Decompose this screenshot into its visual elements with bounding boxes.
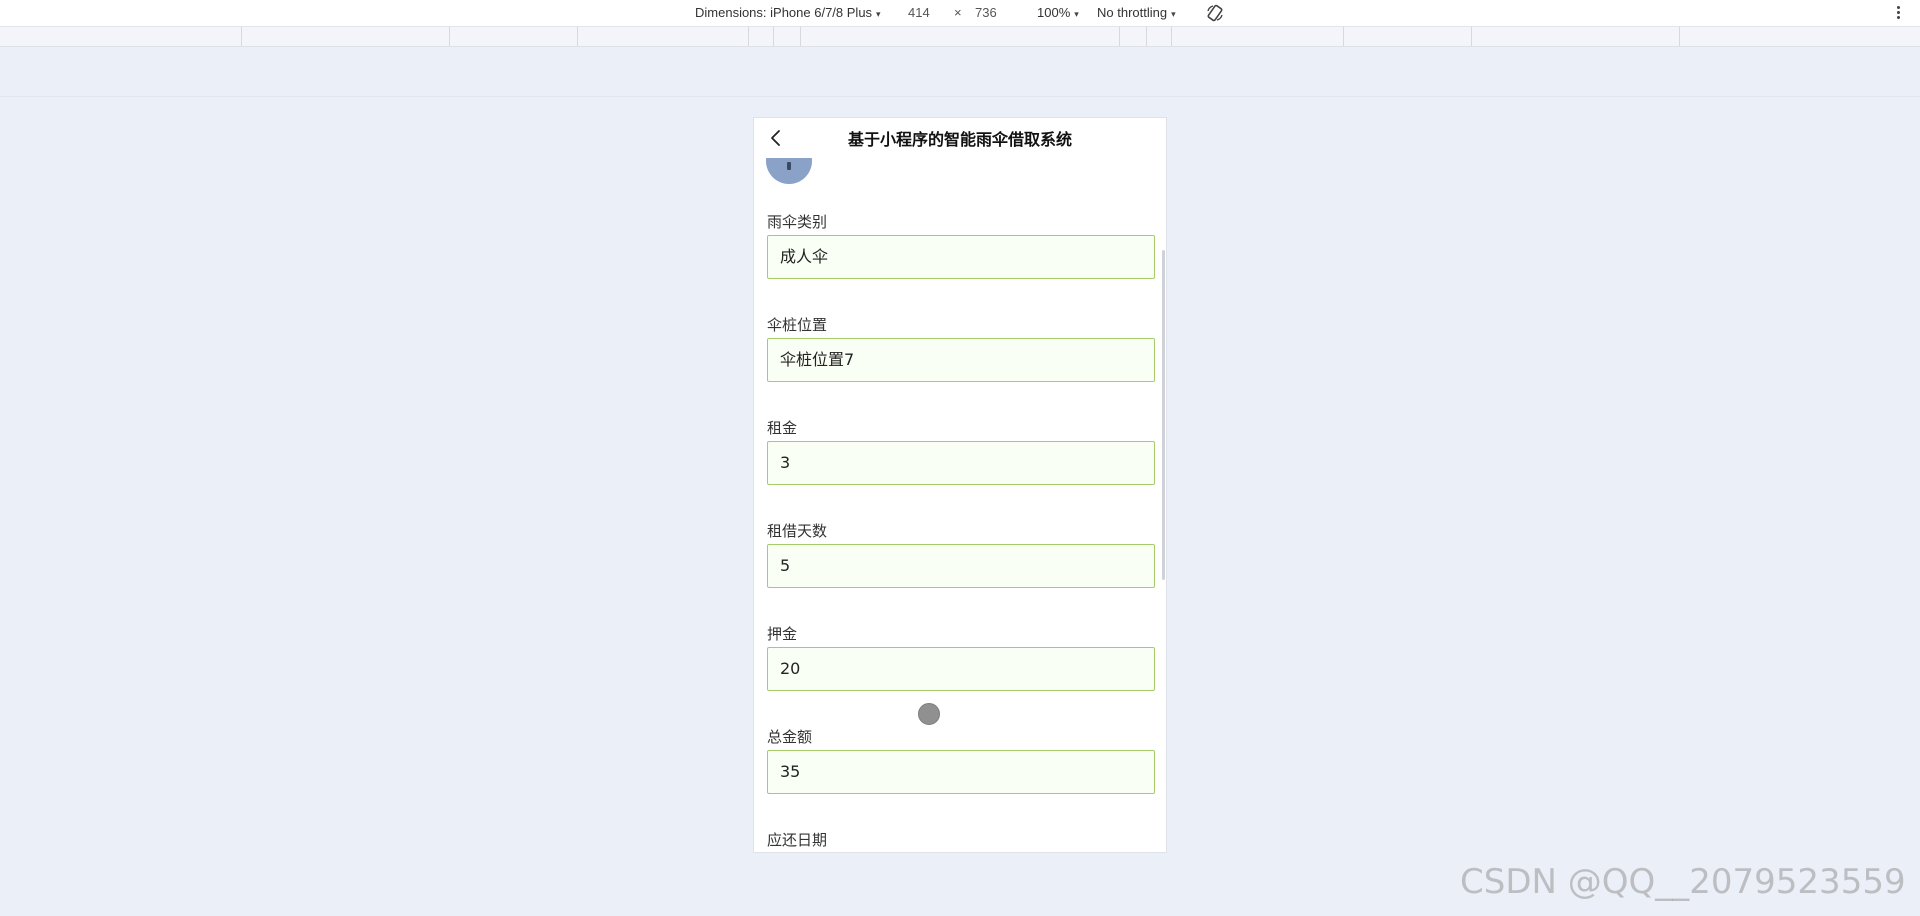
ruler-tick (1471, 27, 1472, 46)
device-width-input[interactable]: 414 (908, 5, 930, 20)
devtools-device-toolbar: Dimensions: iPhone 6/7/8 Plus ▾ 414 × 736… (0, 0, 1920, 27)
avatar-mark (787, 162, 791, 170)
ruler-tick (577, 27, 578, 46)
form-field-total-amount: 总金额 35 (767, 727, 1155, 794)
field-label: 总金额 (767, 728, 813, 746)
rent-input[interactable]: 3 (767, 441, 1155, 485)
zoom-select[interactable]: 100% ▾ (1037, 5, 1079, 20)
divider (0, 96, 1920, 97)
ruler-tick (1679, 27, 1680, 46)
watermark: CSDN @QQ__2079523559 (1460, 862, 1906, 902)
umbrella-type-input[interactable]: 成人伞 (767, 235, 1155, 279)
device-height-input[interactable]: 736 (975, 5, 997, 20)
form-field-rental-days: 租借天数 5 (767, 521, 1155, 588)
form-field-station-location: 伞桩位置 伞桩位置7 (767, 315, 1155, 382)
rental-days-input[interactable]: 5 (767, 544, 1155, 588)
ruler-tick (773, 27, 774, 46)
ruler-tick (1171, 27, 1172, 46)
field-label: 押金 (767, 625, 798, 643)
more-options-icon[interactable] (1894, 4, 1902, 22)
device-dimensions-select[interactable]: Dimensions: iPhone 6/7/8 Plus ▾ (695, 5, 881, 20)
form-field-deposit: 押金 20 (767, 624, 1155, 691)
deposit-input[interactable]: 20 (767, 647, 1155, 691)
page-title: 基于小程序的智能雨伞借取系统 (847, 130, 1072, 149)
form-field-umbrella-type: 雨伞类别 成人伞 (767, 212, 1155, 279)
navigation-bar: 基于小程序的智能雨伞借取系统 (754, 118, 1166, 158)
field-label: 租借天数 (767, 522, 828, 540)
touch-cursor-icon (918, 703, 940, 725)
station-location-input[interactable]: 伞桩位置7 (767, 338, 1155, 382)
back-arrow-icon[interactable] (766, 128, 786, 148)
dimension-separator: × (954, 5, 962, 20)
chevron-down-icon: ▾ (1074, 9, 1079, 19)
ruler-tick (1146, 27, 1147, 46)
ruler-tick (449, 27, 450, 46)
scrollbar[interactable] (1162, 250, 1165, 580)
chevron-down-icon: ▾ (1171, 9, 1176, 19)
chevron-down-icon: ▾ (876, 9, 881, 19)
field-label: 伞桩位置 (767, 316, 828, 334)
field-label: 应还日期 (767, 831, 828, 849)
device-viewport: 基于小程序的智能雨伞借取系统 雨伞类别 成人伞 伞桩位置 伞桩位置7 租金 3 … (753, 117, 1167, 853)
ruler-tick (1119, 27, 1120, 46)
zoom-label: 100% (1037, 5, 1071, 20)
media-query-ruler[interactable] (0, 27, 1920, 47)
ruler-tick (1343, 27, 1344, 46)
ruler-tick (241, 27, 242, 46)
device-dimensions-label: Dimensions: iPhone 6/7/8 Plus (695, 5, 873, 20)
field-label: 租金 (767, 419, 798, 437)
ruler-tick (800, 27, 801, 46)
field-label: 雨伞类别 (767, 213, 828, 231)
throttling-select[interactable]: No throttling ▾ (1097, 5, 1176, 20)
ruler-tick (748, 27, 749, 46)
form-field-due-date: 应还日期 (767, 830, 1155, 850)
total-amount-input[interactable]: 35 (767, 750, 1155, 794)
form-field-rent: 租金 3 (767, 418, 1155, 485)
rotate-icon[interactable] (1205, 3, 1225, 23)
throttling-label: No throttling (1097, 5, 1168, 20)
